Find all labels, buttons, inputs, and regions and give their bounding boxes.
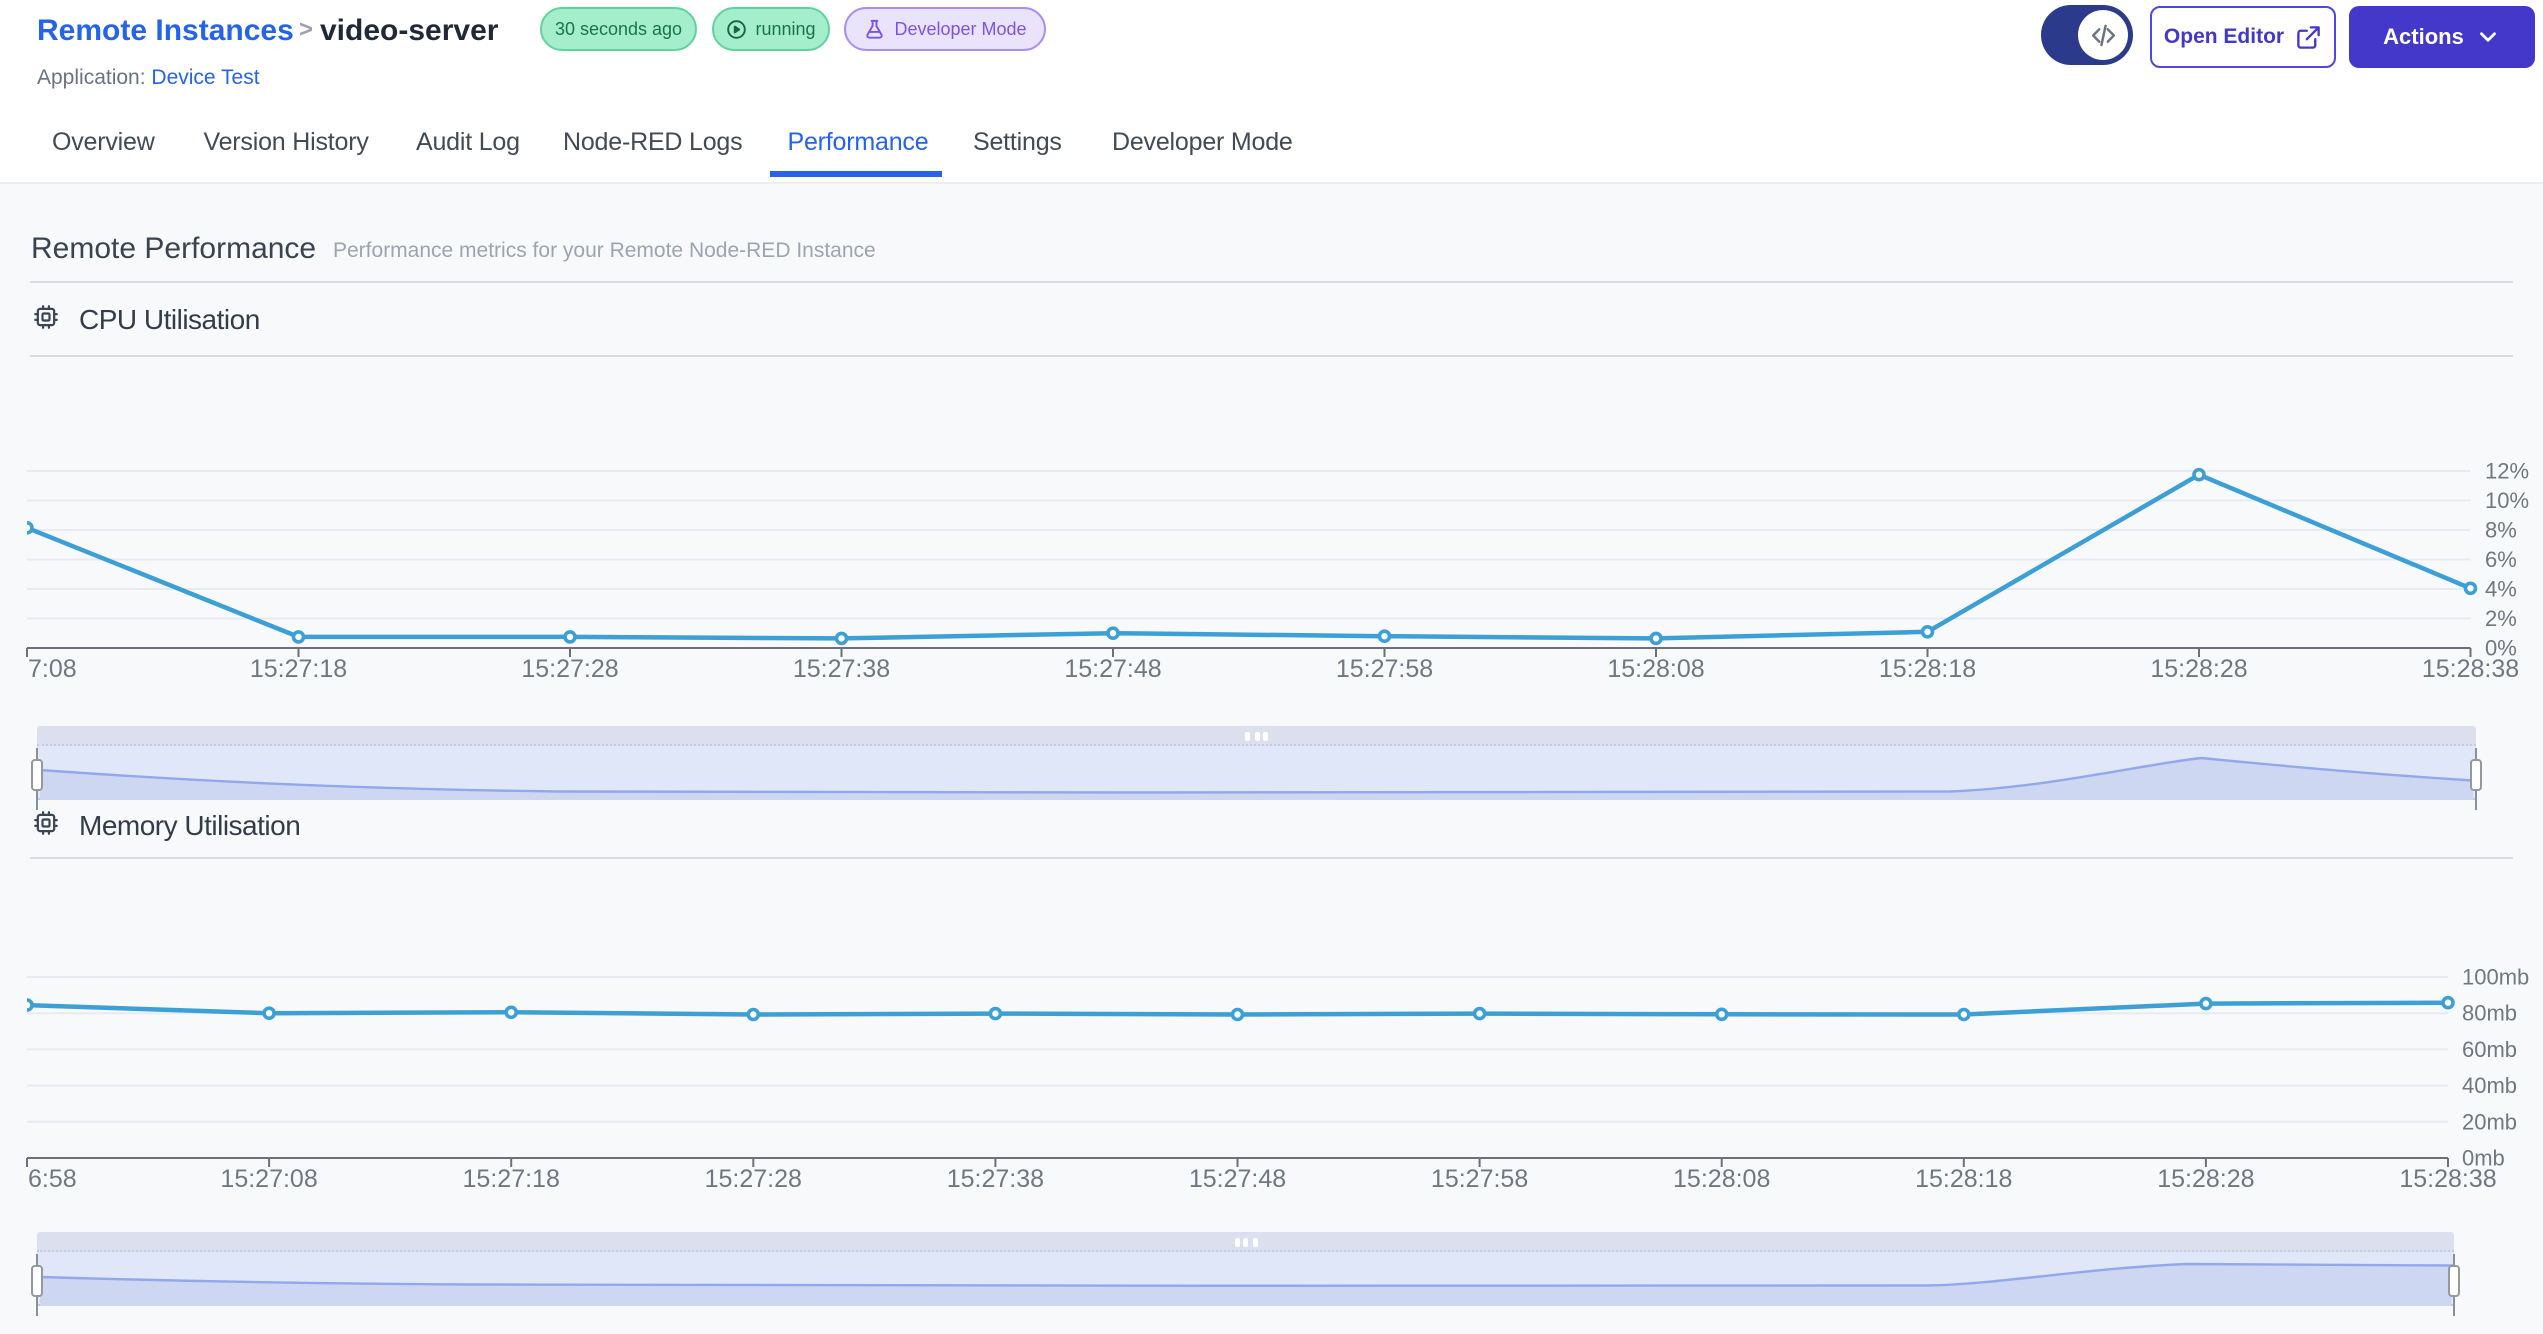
svg-text:100mb: 100mb [2462, 965, 2529, 990]
svg-text:15:28:08: 15:28:08 [1607, 655, 1704, 683]
svg-text:12%: 12% [2485, 459, 2529, 484]
svg-text:7:08: 7:08 [28, 655, 77, 683]
svg-text:15:28:18: 15:28:18 [1915, 1165, 2012, 1193]
svg-text:15:28:28: 15:28:28 [2157, 1165, 2254, 1193]
svg-text:60mb: 60mb [2462, 1037, 2517, 1062]
svg-text:6:58: 6:58 [28, 1165, 77, 1193]
svg-text:15:28:38: 15:28:38 [2422, 655, 2519, 683]
svg-text:15:28:38: 15:28:38 [2399, 1165, 2496, 1193]
svg-text:15:27:08: 15:27:08 [220, 1165, 317, 1193]
svg-text:15:28:28: 15:28:28 [2150, 655, 2247, 683]
svg-text:15:27:58: 15:27:58 [1431, 1165, 1528, 1193]
svg-text:15:27:18: 15:27:18 [250, 655, 347, 683]
svg-text:6%: 6% [2485, 547, 2517, 572]
svg-text:20mb: 20mb [2462, 1109, 2517, 1134]
svg-text:15:27:48: 15:27:48 [1064, 655, 1161, 683]
svg-text:4%: 4% [2485, 577, 2517, 602]
svg-text:15:27:48: 15:27:48 [1189, 1165, 1286, 1193]
svg-text:40mb: 40mb [2462, 1073, 2517, 1098]
svg-text:15:27:38: 15:27:38 [793, 655, 890, 683]
svg-text:15:27:18: 15:27:18 [463, 1165, 560, 1193]
svg-text:15:28:18: 15:28:18 [1879, 655, 1976, 683]
svg-text:15:27:38: 15:27:38 [947, 1165, 1044, 1193]
svg-text:15:28:08: 15:28:08 [1673, 1165, 1770, 1193]
svg-text:8%: 8% [2485, 518, 2517, 543]
svg-text:80mb: 80mb [2462, 1001, 2517, 1026]
svg-text:10%: 10% [2485, 488, 2529, 513]
svg-text:15:27:28: 15:27:28 [521, 655, 618, 683]
svg-text:15:27:28: 15:27:28 [705, 1165, 802, 1193]
svg-text:2%: 2% [2485, 606, 2517, 631]
svg-text:15:27:58: 15:27:58 [1336, 655, 1433, 683]
